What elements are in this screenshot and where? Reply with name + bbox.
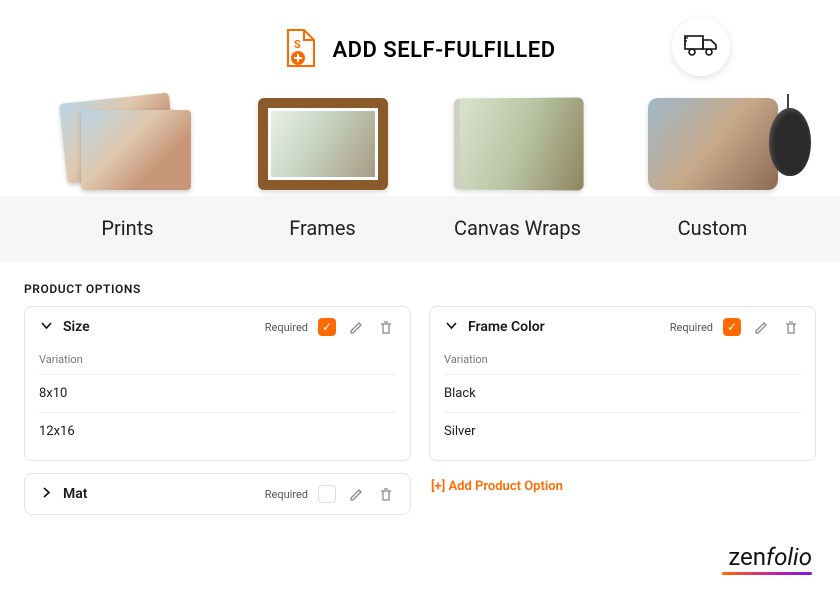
category-label[interactable]: Frames (243, 216, 403, 240)
variation-heading: Variation (444, 347, 801, 375)
required-checkbox[interactable] (318, 485, 336, 503)
category-labels: Prints Frames Canvas Wraps Custom (0, 196, 840, 262)
edit-icon[interactable] (346, 317, 366, 337)
category-custom[interactable] (633, 98, 793, 190)
option-header[interactable]: Size Required ✓ (25, 307, 410, 347)
variation-heading: Variation (39, 347, 396, 375)
edit-icon[interactable] (346, 484, 366, 504)
required-label: Required (265, 321, 308, 334)
option-card-size: Size Required ✓ Variation 8x10 12x16 (24, 306, 411, 461)
required-label: Required (670, 321, 713, 334)
page-title: ADD SELF-FULFILLED (332, 38, 555, 63)
category-thumbnails (0, 90, 840, 190)
edit-icon[interactable] (751, 317, 771, 337)
add-product-option-link[interactable]: [+] Add Product Option (429, 473, 816, 500)
brand-logo: zenfolio (728, 543, 812, 571)
option-name: Frame Color (468, 319, 545, 335)
brand-underline (722, 572, 812, 575)
shipping-button[interactable] (672, 18, 730, 76)
variation-row[interactable]: 12x16 (39, 413, 396, 450)
page-header: S ADD SELF-FULFILLED (0, 0, 840, 90)
option-card-frame-color: Frame Color Required ✓ Variation Black S… (429, 306, 816, 461)
document-add-icon: S (284, 28, 318, 72)
svg-text:S: S (294, 38, 301, 51)
trash-icon[interactable] (376, 484, 396, 504)
category-label[interactable]: Prints (48, 216, 208, 240)
variation-row[interactable]: Black (444, 375, 801, 413)
section-title: PRODUCT OPTIONS (0, 262, 840, 306)
chevron-right-icon (39, 486, 53, 502)
category-label[interactable]: Canvas Wraps (438, 216, 598, 240)
trash-icon[interactable] (781, 317, 801, 337)
option-card-mat: Mat Required (24, 473, 411, 515)
category-label[interactable]: Custom (633, 216, 793, 240)
required-checkbox[interactable]: ✓ (318, 318, 336, 336)
chevron-down-icon (444, 319, 458, 335)
category-prints[interactable] (48, 98, 208, 190)
truck-icon (684, 32, 718, 62)
option-header[interactable]: Mat Required (25, 474, 410, 514)
required-label: Required (265, 488, 308, 501)
category-canvas-wraps[interactable] (438, 98, 598, 190)
option-name: Mat (63, 486, 87, 502)
option-header[interactable]: Frame Color Required ✓ (430, 307, 815, 347)
chevron-down-icon (39, 319, 53, 335)
category-frames[interactable] (243, 98, 403, 190)
variation-row[interactable]: 8x10 (39, 375, 396, 413)
product-options: Size Required ✓ Variation 8x10 12x16 (0, 306, 840, 515)
required-checkbox[interactable]: ✓ (723, 318, 741, 336)
trash-icon[interactable] (376, 317, 396, 337)
option-name: Size (63, 319, 90, 335)
variation-row[interactable]: Silver (444, 413, 801, 450)
mouse-icon (769, 108, 811, 176)
